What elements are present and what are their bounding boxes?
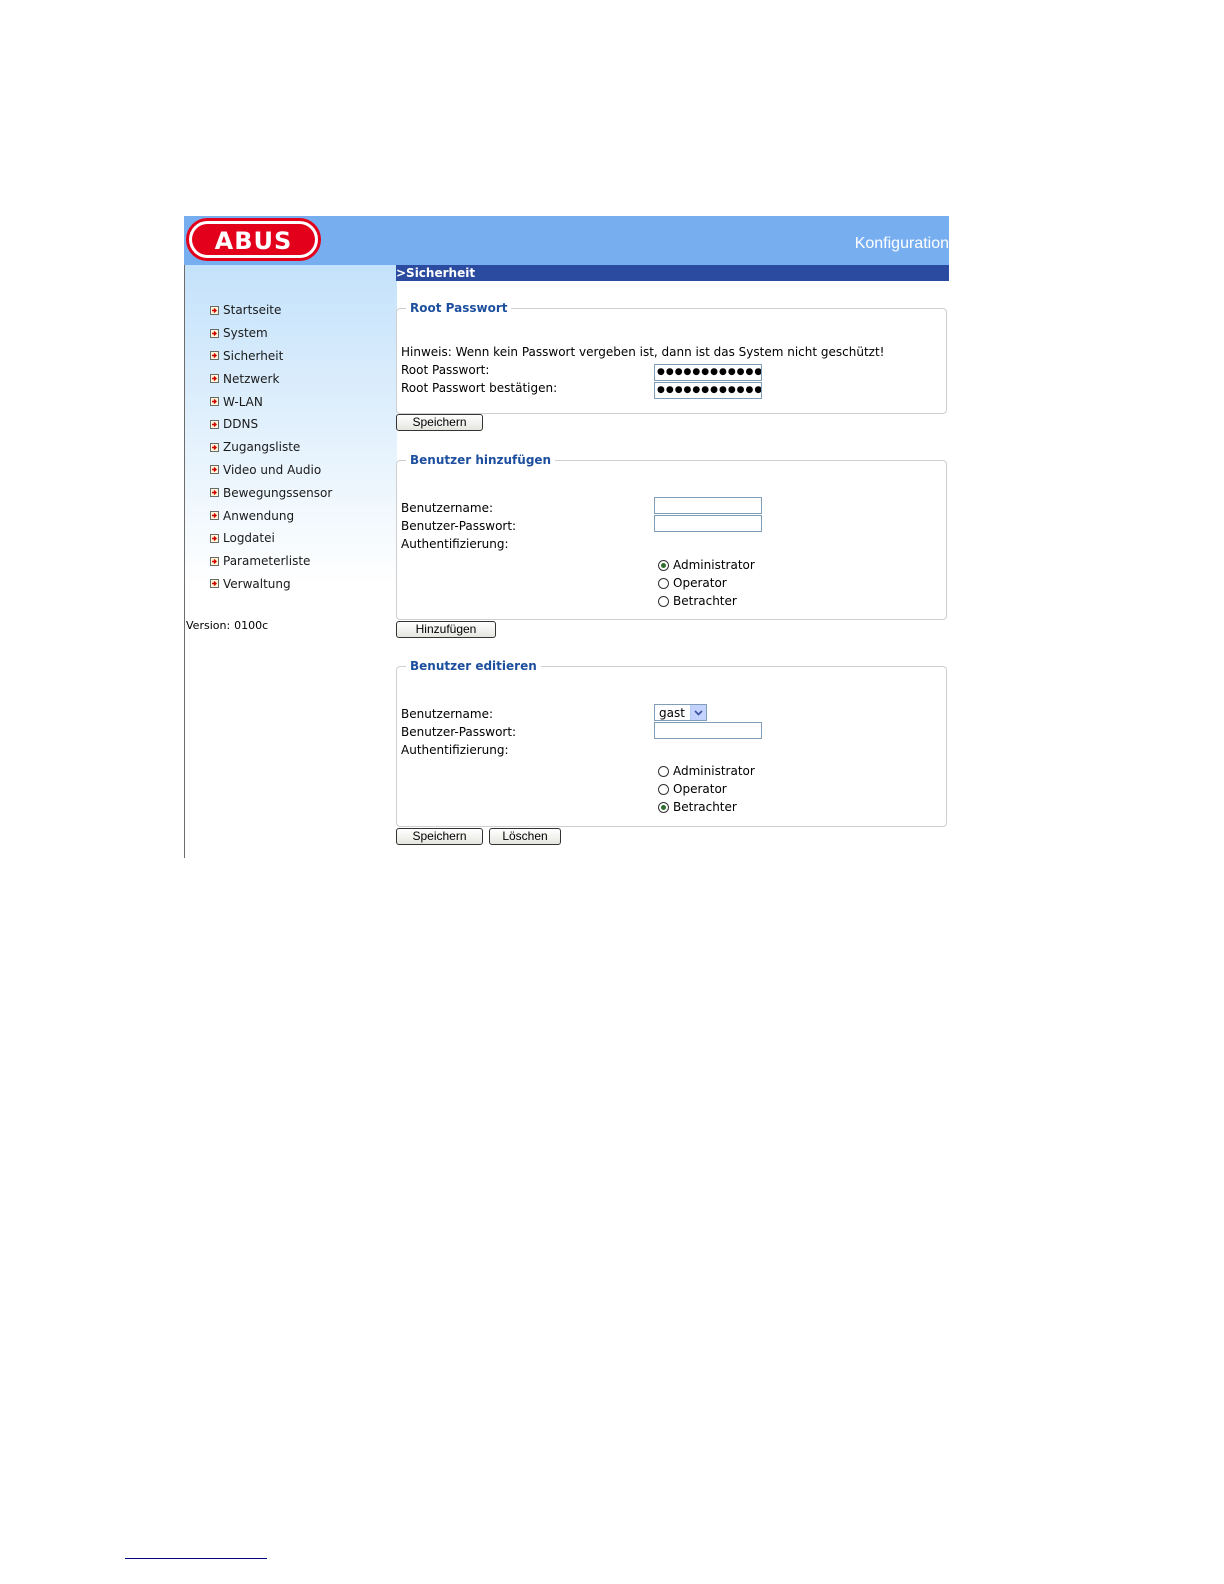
- add-user-legend: Benutzer hinzufügen: [410, 453, 552, 467]
- edit-password-label: Benutzer-Passwort:: [401, 725, 517, 739]
- browser-screenshot: ABUS Konfiguration Startseite System Sic…: [184, 216, 949, 858]
- radio-checked-icon: [658, 801, 669, 813]
- sidebar-item-zugangsliste[interactable]: Zugangsliste: [210, 436, 332, 459]
- radio-checked-icon: [658, 559, 669, 571]
- header-bar: ABUS Konfiguration: [184, 216, 949, 265]
- root-password-label: Root Passwort:: [401, 363, 490, 377]
- arrow-right-icon: [210, 556, 219, 566]
- section-title: >Sicherheit: [396, 265, 949, 281]
- radio-label: Betrachter: [673, 594, 737, 608]
- sidebar-item-label: W-LAN: [223, 394, 263, 409]
- app-title: Konfiguration: [854, 235, 949, 252]
- root-password-input[interactable]: ●●●●●●●●●●●●●●: [654, 364, 762, 381]
- arrow-right-icon: [210, 351, 219, 361]
- sidebar-item-startseite[interactable]: Startseite: [210, 299, 332, 322]
- arrow-right-icon: [210, 328, 219, 338]
- arrow-right-icon: [210, 442, 219, 452]
- version-info: Version: 0100c: [186, 619, 272, 632]
- add-username-label: Benutzername:: [401, 501, 494, 515]
- edit-role-betrachter[interactable]: Betrachter: [658, 800, 737, 814]
- edit-role-operator[interactable]: Operator: [658, 782, 727, 796]
- root-password-legend: Root Passwort: [410, 301, 508, 315]
- sidebar-item-label: Anwendung: [223, 508, 295, 523]
- add-user-button[interactable]: Hinzufügen: [396, 621, 496, 638]
- sidebar-item-ddns[interactable]: DDNS: [210, 413, 332, 436]
- root-save-button[interactable]: Speichern: [396, 414, 483, 431]
- arrow-right-icon: [210, 511, 219, 521]
- edit-auth-label: Authentifizierung:: [401, 743, 509, 757]
- sidebar-item-label: Parameterliste: [223, 554, 311, 569]
- sidebar-nav: Startseite System Sicherheit Netzwerk W-…: [210, 299, 332, 595]
- sidebar-item-bewegungssensor[interactable]: Bewegungssensor: [210, 481, 332, 504]
- root-password-confirm-input[interactable]: ●●●●●●●●●●●●●●: [654, 382, 762, 399]
- sidebar-item-label: Startseite: [223, 303, 282, 318]
- sidebar-item-label: System: [223, 326, 268, 341]
- arrow-right-icon: [210, 305, 219, 315]
- sidebar-item-w-lan[interactable]: W-LAN: [210, 390, 332, 413]
- add-password-input[interactable]: [654, 515, 762, 532]
- edit-save-button[interactable]: Speichern: [396, 828, 483, 845]
- add-password-label: Benutzer-Passwort:: [401, 519, 517, 533]
- sidebar-item-verwaltung[interactable]: Verwaltung: [210, 573, 332, 596]
- abus-logo: ABUS: [186, 218, 321, 261]
- radio-label: Administrator: [673, 558, 755, 572]
- radio-label: Operator: [673, 782, 727, 796]
- arrow-right-icon: [210, 465, 219, 475]
- sidebar-item-logdatei[interactable]: Logdatei: [210, 527, 332, 550]
- radio-unchecked-icon: [658, 577, 669, 589]
- radio-label: Betrachter: [673, 800, 737, 814]
- sidebar-item-sicherheit[interactable]: Sicherheit: [210, 345, 332, 368]
- edit-username-label: Benutzername:: [401, 707, 494, 721]
- add-auth-label: Authentifizierung:: [401, 537, 509, 551]
- edit-user-legend: Benutzer editieren: [410, 659, 537, 673]
- main-content: >Sicherheit Root Passwort Hinweis: Wenn …: [396, 265, 949, 858]
- edit-role-administrator[interactable]: Administrator: [658, 764, 755, 778]
- sidebar-item-label: Sicherheit: [223, 348, 284, 363]
- chevron-down-icon[interactable]: [690, 705, 706, 720]
- sidebar-item-label: Logdatei: [223, 531, 275, 546]
- sidebar-item-netzwerk[interactable]: Netzwerk: [210, 367, 332, 390]
- arrow-right-icon: [210, 533, 219, 543]
- root-password-group: Root Passwort Hinweis: Wenn kein Passwor…: [396, 301, 947, 414]
- sidebar-item-label: Verwaltung: [223, 576, 291, 591]
- add-role-operator[interactable]: Operator: [658, 576, 727, 590]
- sidebar-item-video-und-audio[interactable]: Video und Audio: [210, 459, 332, 482]
- edit-user-group: Benutzer editieren Benutzername: gast Be…: [396, 659, 947, 827]
- sidebar-item-system[interactable]: System: [210, 322, 332, 345]
- root-password-hint: Hinweis: Wenn kein Passwort vergeben ist…: [401, 345, 885, 359]
- root-password-confirm-label: Root Passwort bestätigen:: [401, 381, 558, 395]
- sidebar-item-anwendung[interactable]: Anwendung: [210, 504, 332, 527]
- edit-password-input[interactable]: [654, 722, 762, 739]
- add-user-group: Benutzer hinzufügen Benutzername: Benutz…: [396, 453, 947, 620]
- sidebar-item-label: Bewegungssensor: [223, 485, 333, 500]
- sidebar: Startseite System Sicherheit Netzwerk W-…: [184, 265, 397, 858]
- sidebar-item-label: Video und Audio: [223, 462, 322, 477]
- footnote-divider: [125, 1558, 267, 1559]
- radio-unchecked-icon: [658, 595, 669, 607]
- arrow-right-icon: [210, 419, 219, 429]
- sidebar-item-parameterliste[interactable]: Parameterliste: [210, 550, 332, 573]
- sidebar-item-label: Zugangsliste: [223, 440, 301, 455]
- edit-username-selected: gast: [659, 705, 685, 720]
- sidebar-item-label: Netzwerk: [223, 371, 280, 386]
- delete-user-button[interactable]: Löschen: [489, 828, 561, 845]
- arrow-right-icon: [210, 488, 219, 498]
- add-role-betrachter[interactable]: Betrachter: [658, 594, 737, 608]
- radio-label: Administrator: [673, 764, 755, 778]
- arrow-right-icon: [210, 579, 219, 589]
- version-value: 0100c: [234, 619, 269, 632]
- arrow-right-icon: [210, 397, 219, 407]
- radio-unchecked-icon: [658, 765, 669, 777]
- sidebar-item-label: DDNS: [223, 417, 259, 432]
- arrow-right-icon: [210, 374, 219, 384]
- version-label: Version:: [186, 619, 231, 632]
- logo-text: ABUS: [215, 227, 293, 255]
- add-role-administrator[interactable]: Administrator: [658, 558, 755, 572]
- radio-label: Operator: [673, 576, 727, 590]
- radio-unchecked-icon: [658, 783, 669, 795]
- add-username-input[interactable]: [654, 497, 762, 514]
- edit-username-select[interactable]: gast: [654, 704, 707, 721]
